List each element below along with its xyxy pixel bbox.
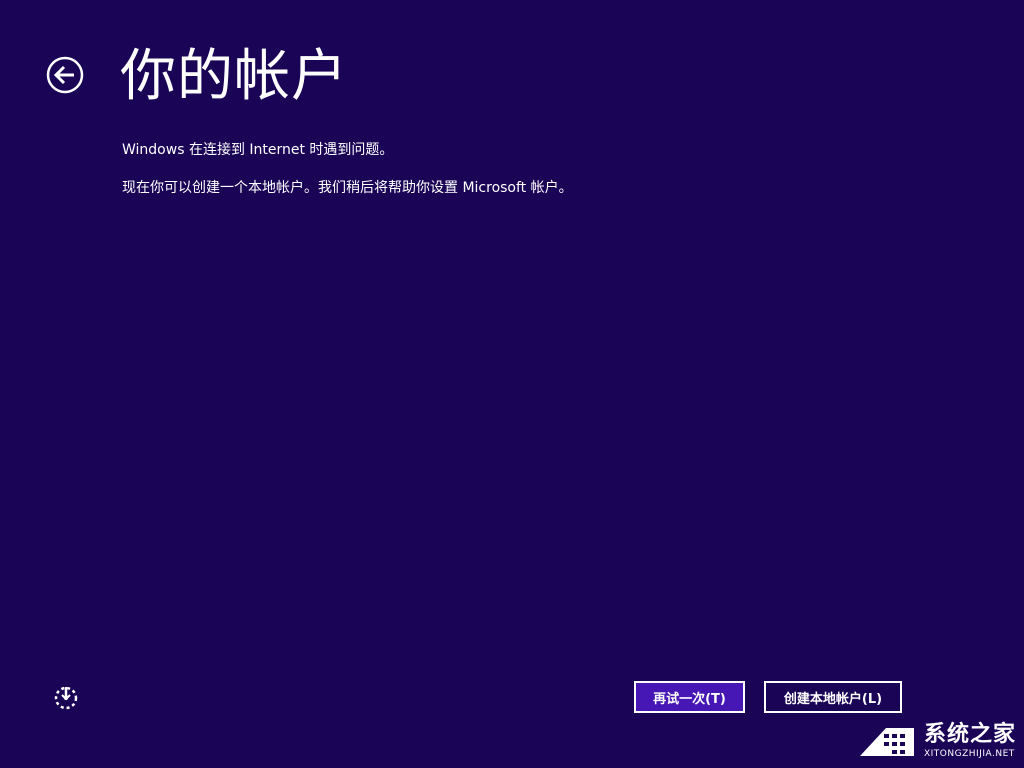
watermark-text-en: XITONGZHIJIA.NET [923,749,1015,759]
watermark-text-cn: 系统之家 [923,722,1016,747]
ease-of-access-icon [54,686,78,710]
page-title: 你的帐户 [120,44,348,109]
ease-of-access-button[interactable] [52,684,80,712]
info-message: 现在你可以创建一个本地帐户。我们稍后将帮助你设置 Microsoft 帐户。 [122,180,573,196]
back-button[interactable] [46,56,84,94]
retry-button[interactable]: 再试一次(T) [634,681,745,713]
back-arrow-icon [46,56,84,94]
watermark: 系统之家 XITONGZHIJIA.NET [856,722,1016,760]
watermark-logo-icon [859,728,914,756]
create-local-account-button[interactable]: 创建本地帐户(L) [764,681,902,713]
error-message: Windows 在连接到 Internet 时遇到问题。 [122,142,394,158]
